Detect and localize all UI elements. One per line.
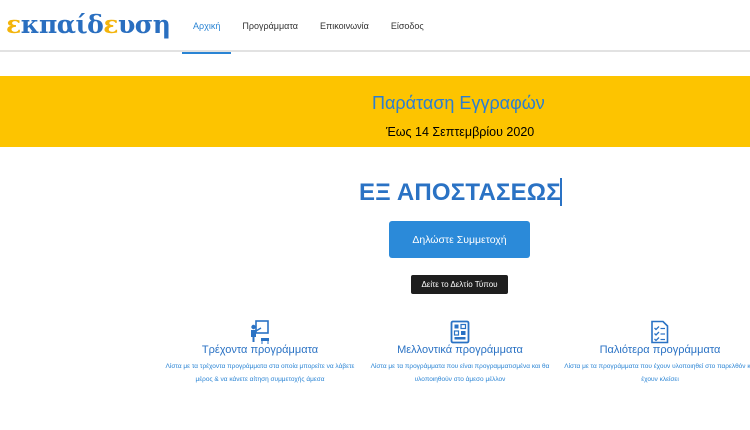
nav-item-home[interactable]: Αρχική [182, 0, 232, 54]
nav-item-contact[interactable]: Επικοινωνία [309, 0, 380, 52]
planner-board-icon [450, 320, 470, 344]
logo-letter-1: ε [6, 10, 21, 39]
site-logo[interactable]: εκπαίδευση [6, 10, 171, 39]
feature-upcoming-programs[interactable]: Μελλοντικά προγράμματα Λίστα με τα προγρ… [355, 320, 565, 386]
logo-letters-2: κπαίδ [20, 10, 104, 39]
banner-title: Παράταση Εγγραφών [372, 93, 545, 113]
feature-title[interactable]: Τρέχοντα προγράμματα [155, 344, 365, 356]
feature-title[interactable]: Παλιότερα προγράμματα [555, 344, 750, 356]
logo-letters-4: υση [117, 10, 171, 39]
logo-letter-3: ε [103, 10, 118, 39]
banner-subtitle: Έως 14 Σεπτεμβρίου 2020 [386, 125, 535, 139]
announcement-banner: Παράταση Εγγραφών Έως 14 Σεπτεμβρίου 202… [0, 76, 750, 147]
feature-description: Λίστα με τα τρέχοντα προγράμματα στα οπο… [165, 363, 355, 383]
press-release-button[interactable]: Δείτε το Δελτίο Τύπου [411, 275, 508, 294]
checklist-icon [651, 320, 669, 344]
feature-description: Λίστα με τα προγράμματα που είναι προγρα… [370, 363, 550, 383]
feature-description: Λίστα με τα προγράμματα που έχουν υλοποι… [564, 363, 750, 383]
feature-past-programs[interactable]: Παλιότερα προγράμματα Λίστα με τα προγρά… [555, 320, 750, 386]
register-button[interactable]: Δηλώστε Συμμετοχή [389, 221, 530, 258]
main-nav: Αρχική Προγράμματα Επικοινωνία Είσοδος [182, 0, 435, 54]
hero-headline: ΕΞ ΑΠΟΣΤΑΣΕΩΣ [359, 179, 561, 206]
typing-cursor [560, 178, 562, 206]
feature-title[interactable]: Μελλοντικά προγράμματα [355, 344, 565, 356]
site-header: εκπαίδευση Αρχική Προγράμματα Επικοινωνί… [0, 0, 750, 54]
teacher-board-icon [251, 320, 269, 344]
feature-current-programs[interactable]: Τρέχοντα προγράμματα Λίστα με τα τρέχοντ… [155, 320, 365, 386]
nav-item-login[interactable]: Είσοδος [380, 0, 435, 52]
nav-item-programs[interactable]: Προγράμματα [231, 0, 309, 52]
